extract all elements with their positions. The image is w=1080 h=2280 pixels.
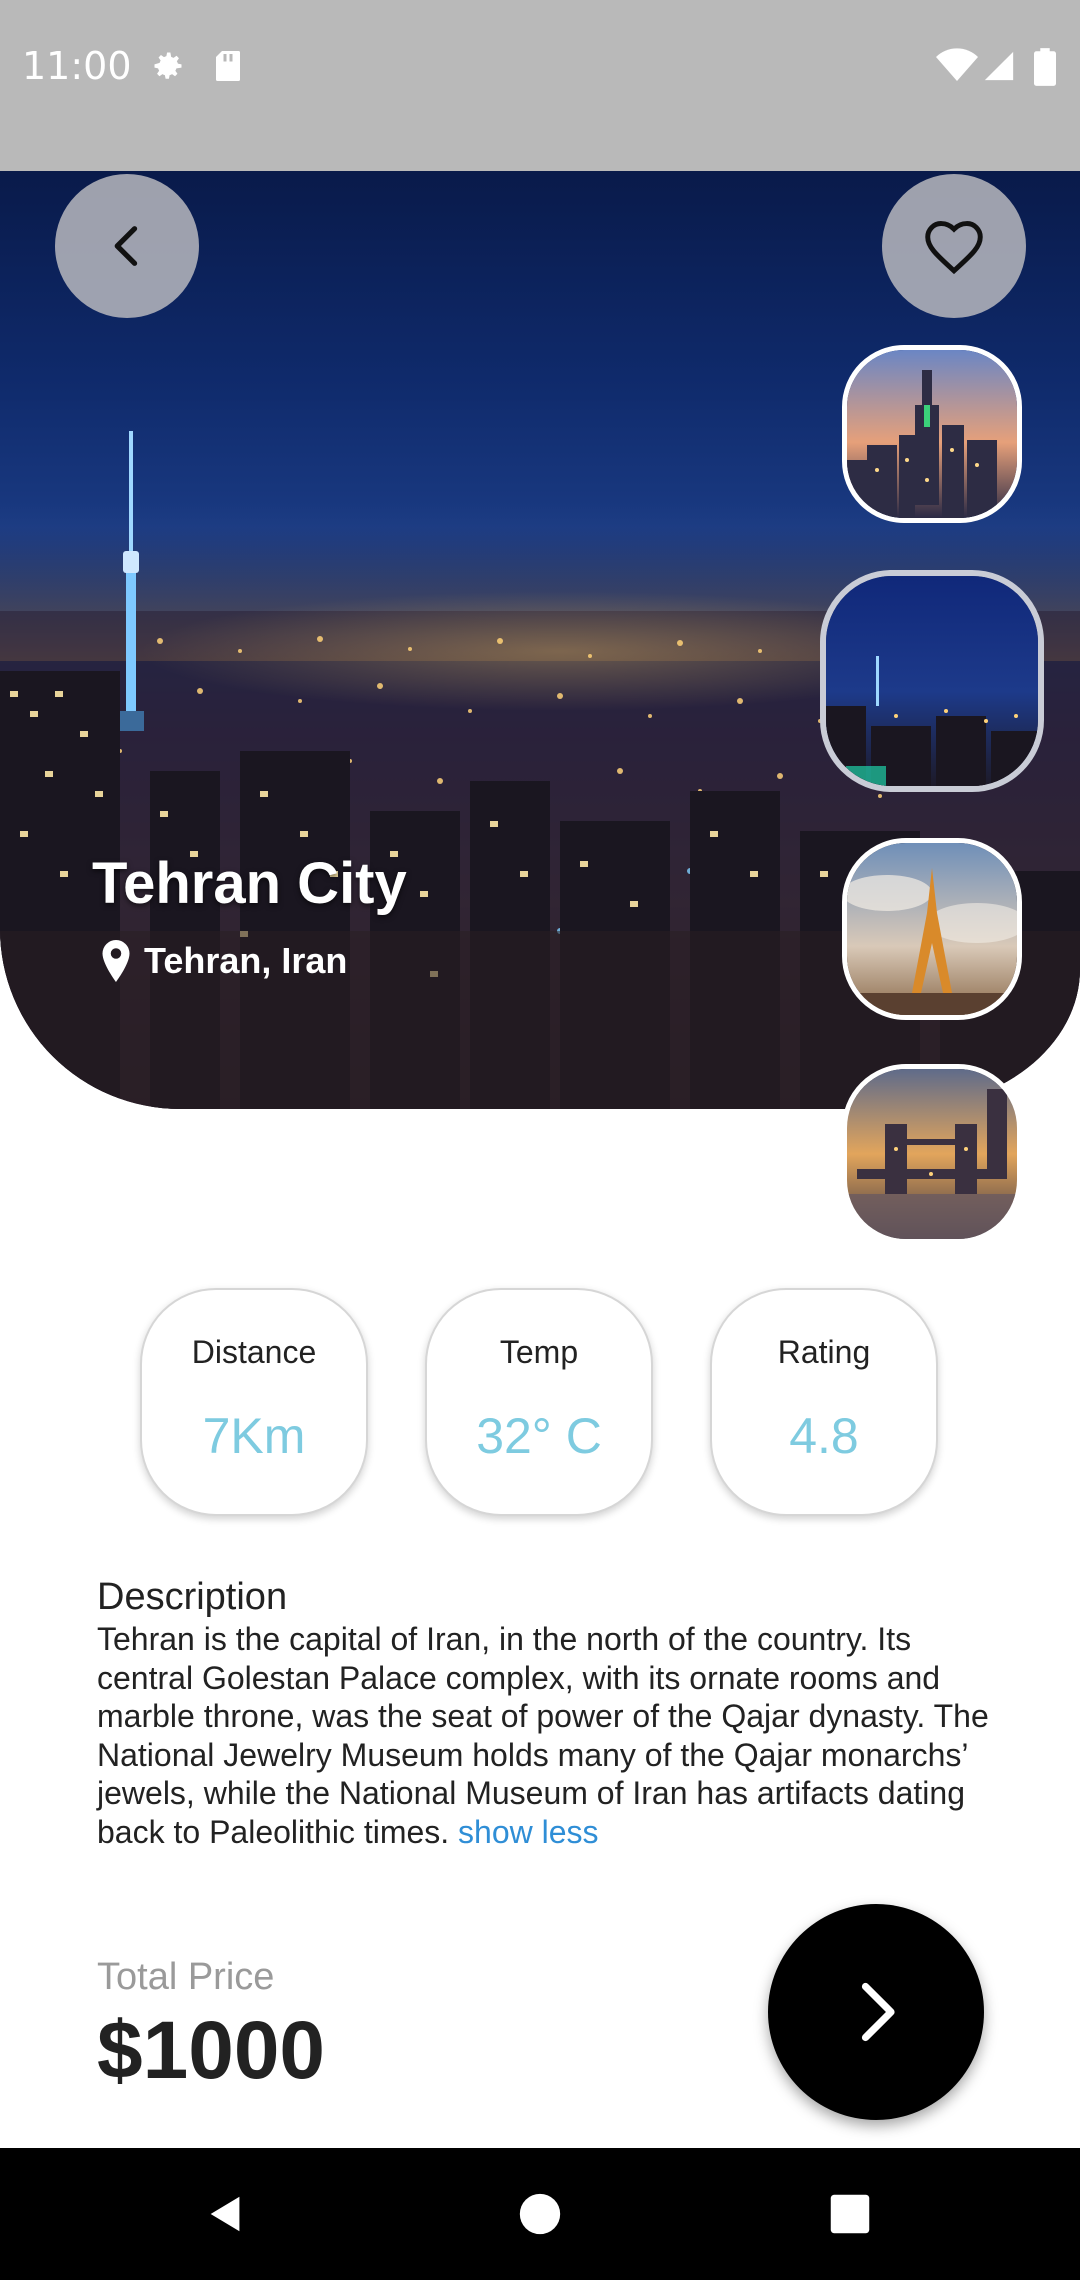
heart-outline-icon [925,221,983,275]
back-button[interactable] [55,174,199,318]
status-bar: 11:00 [0,0,1080,171]
signal-icon [984,51,1014,81]
wifi-icon [936,48,978,81]
stat-value: 4.8 [789,1408,859,1464]
next-button[interactable] [768,1904,984,2120]
nav-recents-button[interactable] [814,2148,886,2280]
stat-value: 32° C [476,1408,602,1464]
system-nav-bar [0,2148,1080,2280]
place-location-text: Tehran, Iran [144,940,348,981]
description-body: Tehran is the capital of Iran, in the no… [97,1620,997,1851]
recents-square-icon [830,2194,870,2234]
tehran-night-thumbnail [826,576,1038,786]
gallery-thumbnail[interactable] [842,838,1022,1020]
chevron-left-icon [114,226,138,266]
sd-card-icon [216,51,240,81]
home-circle-icon [519,2193,561,2235]
status-time: 11:00 [22,44,132,88]
stat-card-distance: Distance 7Km [140,1288,368,1516]
gallery-thumbnail-selected[interactable] [820,570,1044,792]
tower-bridge-thumbnail [847,1069,1017,1239]
gallery-thumbnail[interactable] [842,1064,1022,1244]
stat-label: Rating [777,1334,871,1370]
stat-card-rating: Rating 4.8 [710,1288,938,1516]
stat-label: Distance [191,1334,317,1370]
gear-icon [154,52,182,79]
nav-home-button[interactable] [504,2148,576,2280]
chevron-right-icon [861,1982,895,2042]
nav-back-button[interactable] [190,2148,262,2280]
stat-label: Temp [499,1334,579,1370]
map-pin-icon [102,940,130,982]
stat-value: 7Km [202,1408,306,1464]
place-location: Tehran, Iran [98,938,347,984]
price-value: $1000 [97,2005,326,2096]
battery-icon [1034,48,1056,86]
gallery-thumbnail[interactable] [842,345,1022,523]
stat-card-temp: Temp 32° C [425,1288,653,1516]
back-triangle-icon [210,2196,240,2232]
price-label: Total Price [97,1956,275,1998]
favorite-button[interactable] [882,174,1026,318]
new-york-skyline-thumbnail [847,350,1017,518]
eiffel-tower-thumbnail [847,843,1017,1015]
description-title: Description [97,1576,288,1618]
show-less-link[interactable]: show less [458,1814,599,1850]
place-title: Tehran City [92,851,407,916]
